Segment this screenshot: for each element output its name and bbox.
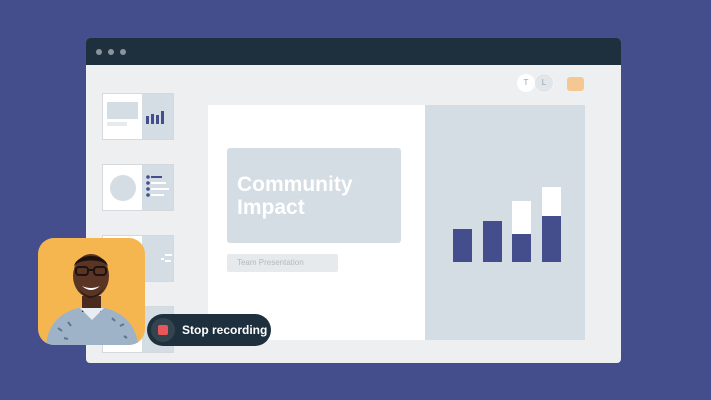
- record-indicator: [158, 325, 168, 335]
- bullet-list-icon: [161, 254, 172, 262]
- presenter-video-icon: [46, 254, 138, 345]
- chart-bar: [542, 216, 561, 262]
- chart-bar: [453, 229, 472, 262]
- slide-thumbnail[interactable]: [102, 164, 174, 211]
- slide-chart-panel: [425, 105, 585, 340]
- stop-recording-label: Stop recording: [182, 323, 268, 337]
- window-titlebar: [86, 38, 621, 65]
- chart-bar: [512, 234, 531, 262]
- window-dot-icon[interactable]: [120, 49, 126, 55]
- slide-title-box[interactable]: Community Impact: [227, 148, 401, 243]
- collaborator-avatar[interactable]: L: [534, 73, 554, 93]
- mini-bar-chart-icon: [146, 111, 164, 124]
- presenter-webcam[interactable]: [38, 238, 145, 345]
- chart-bar: [483, 221, 502, 262]
- stop-recording-button[interactable]: Stop recording: [147, 314, 271, 346]
- slide-thumbnail[interactable]: [102, 93, 174, 140]
- stop-icon: [151, 318, 175, 342]
- bullet-list-icon: [146, 175, 169, 197]
- thumbnail-subtitle-block: [107, 122, 127, 126]
- thumbnail-image-icon: [110, 175, 136, 201]
- thumbnail-title-block: [107, 102, 138, 119]
- slide-subtitle-box[interactable]: Team Presentation: [227, 254, 338, 272]
- chart-bar-top: [542, 187, 561, 216]
- chat-icon[interactable]: [567, 77, 584, 91]
- avatar-initial: L: [541, 78, 547, 87]
- chart-bar-top: [512, 201, 531, 234]
- slide-title: Community Impact: [237, 173, 353, 219]
- window-dot-icon[interactable]: [96, 49, 102, 55]
- window-dot-icon[interactable]: [108, 49, 114, 55]
- slide-subtitle: Team Presentation: [237, 258, 304, 267]
- slide-canvas[interactable]: Community Impact Team Presentation: [208, 105, 585, 340]
- avatar-initial: T: [523, 78, 529, 87]
- collaborator-avatar[interactable]: T: [517, 74, 535, 92]
